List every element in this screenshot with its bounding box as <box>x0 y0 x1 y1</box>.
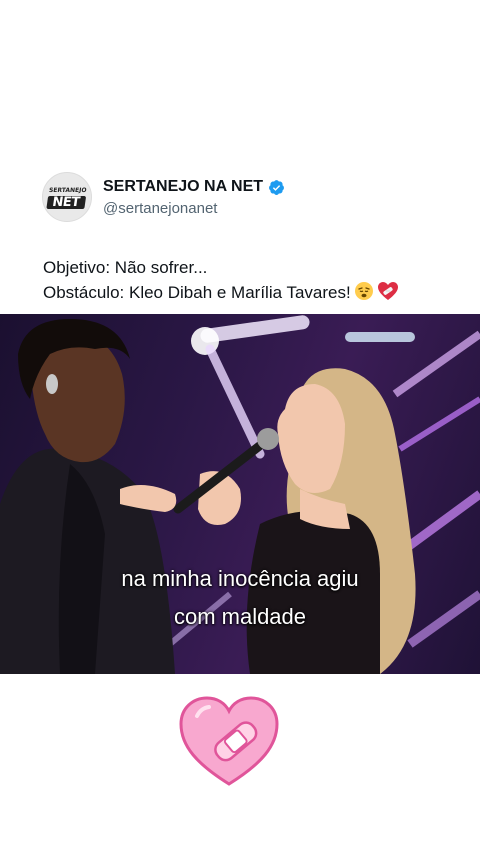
verified-badge-icon <box>269 179 284 195</box>
tweet-line-2: Obstáculo: Kleo Dibah e Marília Tavares! <box>43 280 399 305</box>
tired-face-emoji-icon <box>354 282 373 300</box>
avatar-logo-bottom: NET <box>46 195 86 210</box>
author-name[interactable]: SERTANEJO NA NET <box>103 178 263 196</box>
avatar[interactable]: SERTANEJO NET <box>42 172 92 222</box>
author-handle[interactable]: @sertanejonanet <box>103 200 217 217</box>
video-caption-line-2: com maldade <box>173 604 307 629</box>
video-caption-line-1: na minha inocência agiu <box>121 566 359 591</box>
tweet-text: Objetivo: Não sofrer... Obstáculo: Kleo … <box>43 255 399 305</box>
avatar-logo: SERTANEJO NET <box>46 185 88 210</box>
video-player[interactable]: na minha inocência agiu com maldade <box>0 314 480 674</box>
bandaged-heart-sticker-icon <box>179 696 279 786</box>
author-row: SERTANEJO NA NET <box>103 178 285 196</box>
mending-heart-emoji-icon <box>377 282 398 300</box>
tweet-line-1: Objetivo: Não sofrer... <box>43 258 208 277</box>
tweet-line-2-text: Obstáculo: Kleo Dibah e Marília Tavares! <box>43 283 351 302</box>
